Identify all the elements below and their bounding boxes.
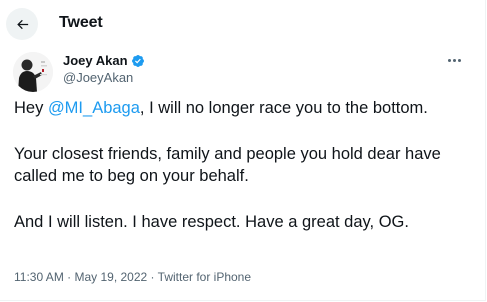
author-row: Joey Akan @JoeyAkan: [0, 50, 486, 92]
top-bar: Tweet: [0, 0, 486, 50]
tweet-meta: 11:30 AM · May 19, 2022 · Twitter for iP…: [14, 270, 251, 284]
author-name[interactable]: Joey Akan: [63, 53, 128, 68]
more-horizontal-icon-dot: [457, 58, 461, 62]
meta-separator: ·: [63, 270, 75, 284]
avatar-image: [13, 52, 53, 92]
meta-separator: ·: [147, 270, 158, 284]
tweet-paragraph-1: Hey @MI_Abaga, I will no longer race you…: [14, 97, 474, 119]
back-button[interactable]: [6, 8, 38, 40]
tweet-text-segment: , I will no longer race you to the botto…: [139, 99, 428, 117]
more-horizontal-icon-dot: [452, 58, 456, 62]
mention-link[interactable]: @MI_Abaga: [48, 99, 140, 117]
tweet-text-segment: Hey: [14, 99, 48, 117]
more-options-button[interactable]: [442, 52, 466, 68]
tweet-text: Hey @MI_Abaga, I will no longer race you…: [14, 97, 474, 257]
more-horizontal-icon-dot: [447, 58, 451, 62]
avatar[interactable]: [13, 52, 53, 92]
tweet-source[interactable]: Twitter for iPhone: [158, 270, 251, 284]
tweet-paragraph-2: Your closest friends, family and people …: [14, 145, 441, 185]
author-name-wrap: Joey Akan: [63, 53, 145, 68]
tweet-frame: Tweet Joey Akan @JoeyAkan Hey @MI_Abaga,…: [0, 0, 486, 301]
tweet-time[interactable]: 11:30 AM: [14, 270, 64, 284]
author-handle[interactable]: @JoeyAkan: [63, 70, 133, 85]
arrow-left-icon: [16, 19, 28, 29]
page-title: Tweet: [59, 14, 103, 31]
tweet-date[interactable]: May 19, 2022: [74, 270, 147, 284]
verified-badge-icon: [131, 54, 144, 67]
tweet-paragraph-3: And I will listen. I have respect. Have …: [14, 213, 409, 231]
